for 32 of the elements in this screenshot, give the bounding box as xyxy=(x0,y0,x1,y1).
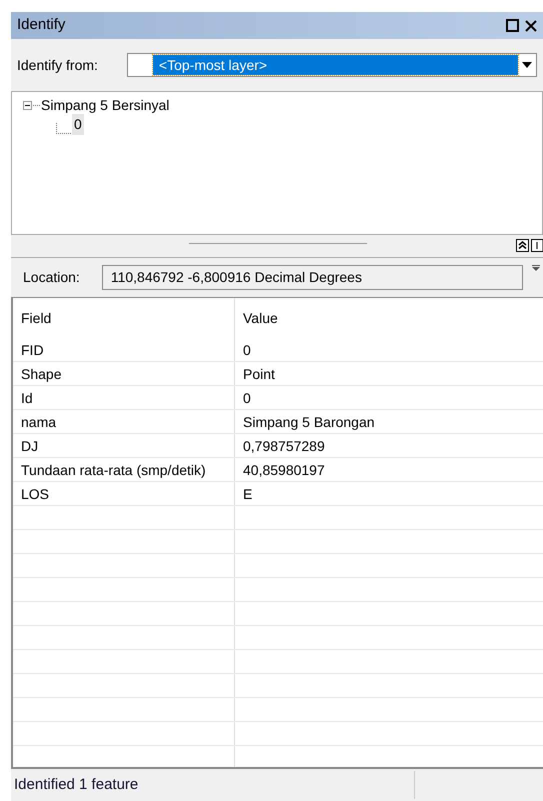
close-icon[interactable] xyxy=(525,20,537,32)
collapse-icon[interactable] xyxy=(516,239,529,252)
layer-dropdown[interactable]: <Top-most layer> xyxy=(126,53,537,77)
location-label: Location: xyxy=(23,268,80,287)
table-cell-text: 0 xyxy=(242,389,252,408)
table-cell-text: 0,798757289 xyxy=(242,437,326,456)
column-header: Field xyxy=(13,298,235,338)
dropdown-arrow-icon[interactable] xyxy=(522,62,532,68)
identify-from-label: Identify from: xyxy=(17,56,98,75)
table-cell-text: 40,85980197 xyxy=(242,461,326,480)
dropdown-arrow-icon[interactable] xyxy=(532,265,540,271)
table-cell-text: Simpang 5 Barongan xyxy=(242,413,376,432)
location-field: 110,846792 -6,800916 Decimal Degrees xyxy=(102,265,523,290)
table-cell: DJ xyxy=(13,434,235,457)
tree-line-icon xyxy=(56,123,72,135)
window-title: Identify xyxy=(17,15,66,36)
table-cell: Id xyxy=(13,386,235,409)
table-cell: LOS xyxy=(13,482,235,505)
table-cell-text: E xyxy=(242,485,254,504)
table-cell: nama xyxy=(13,410,235,433)
table-cell: FID xyxy=(13,338,235,361)
table-cell-text: 0 xyxy=(242,341,252,360)
table-cell: Shape xyxy=(13,362,235,385)
tree-node[interactable]: 0 xyxy=(72,114,84,135)
status-text: Identified 1 feature xyxy=(11,771,415,799)
table-cell-text: Point xyxy=(242,365,276,384)
collapse-icon[interactable] xyxy=(23,100,41,110)
table-cell: Tundaan rata-rata (smp/detik) xyxy=(13,458,235,481)
maximize-icon[interactable] xyxy=(506,19,519,32)
tree-node[interactable]: Simpang 5 Bersinyal xyxy=(41,94,170,116)
pane-icon[interactable] xyxy=(531,239,543,252)
column-header: Value xyxy=(242,309,279,328)
